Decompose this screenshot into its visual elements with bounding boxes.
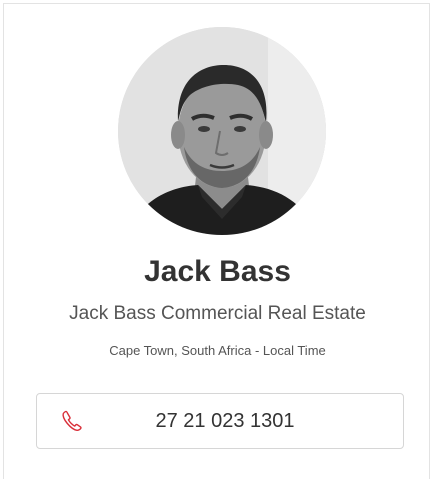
call-phone-button[interactable]: 27 21 023 1301 — [36, 393, 404, 449]
phone-number: 27 21 023 1301 — [155, 410, 295, 432]
agent-name: Jack Bass — [144, 255, 291, 288]
agent-card: Jack Bass Jack Bass Commercial Real Esta… — [3, 3, 430, 479]
avatar — [118, 27, 326, 235]
company-name: Jack Bass Commercial Real Estate — [69, 303, 366, 324]
location-local-time: Cape Town, South Africa - Local Time — [109, 343, 326, 358]
portrait-image — [118, 27, 326, 235]
